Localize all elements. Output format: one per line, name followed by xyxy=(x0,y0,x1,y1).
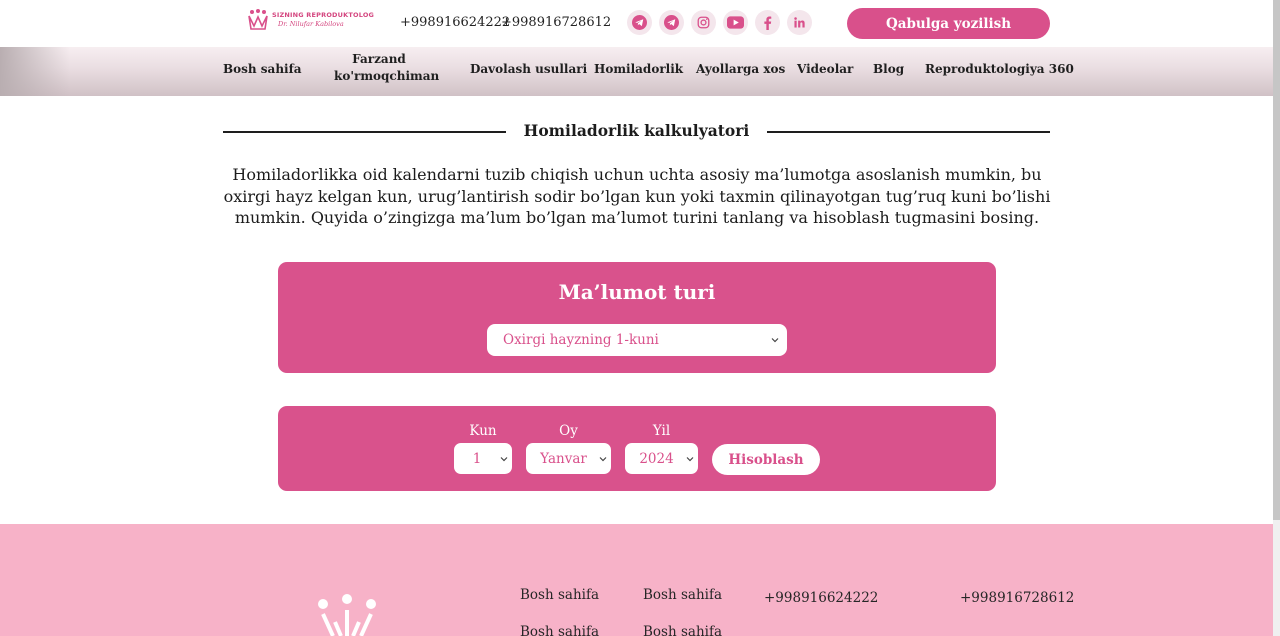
facebook-link[interactable] xyxy=(755,10,780,35)
instagram-icon xyxy=(697,16,710,29)
footer-link-home-1[interactable]: Bosh sahifa xyxy=(520,587,599,603)
telegram-icon xyxy=(632,15,647,30)
date-card: Kun 1 Oy Yanvar Yil 2024 Hisoblash xyxy=(278,406,996,491)
nav-item-pregnancy[interactable]: Homiladorlik xyxy=(594,61,683,78)
instagram-link[interactable] xyxy=(691,10,716,35)
facebook-icon xyxy=(764,16,772,30)
year-select[interactable]: 2024 xyxy=(625,443,698,474)
intro-text: Homiladorlikka oid kalendarni tuzib chiq… xyxy=(223,165,1051,227)
header-phone-2[interactable]: +998916728612 xyxy=(501,15,611,30)
nav-item-want-child[interactable]: Farzand ko'rmoqchiman xyxy=(334,51,440,85)
nav-item-women[interactable]: Ayollarga xos xyxy=(696,61,785,78)
scrollbar-thumb[interactable] xyxy=(1273,0,1280,520)
nav-item-want-child-line2: ko'rmoqchiman xyxy=(334,69,440,83)
chevron-down-icon xyxy=(771,338,779,343)
chevron-down-icon xyxy=(686,457,694,462)
social-links xyxy=(627,10,812,35)
site-logo[interactable]: SIZNING REPRODUKTOLOG Dr. Nilufar Kabilo… xyxy=(246,8,374,32)
day-label: Kun xyxy=(469,423,497,439)
month-select[interactable]: Yanvar xyxy=(526,443,611,474)
day-select[interactable]: 1 xyxy=(454,443,512,474)
footer-link-home-2[interactable]: Bosh sahifa xyxy=(520,624,599,636)
appointment-button[interactable]: Qabulga yozilish xyxy=(847,8,1050,39)
nav-item-home[interactable]: Bosh sahifa xyxy=(223,61,302,78)
data-type-card: Ma’lumot turi Oxirgi hayzning 1-kuni xyxy=(278,262,996,373)
footer-crown-logo-icon xyxy=(318,594,376,636)
year-value: 2024 xyxy=(639,451,674,467)
nav-item-reproductology-360[interactable]: Reproduktologiya 360 xyxy=(925,61,1074,78)
data-type-select[interactable]: Oxirgi hayzning 1-kuni xyxy=(487,324,787,356)
youtube-link[interactable] xyxy=(723,10,748,35)
telegram-link-2[interactable] xyxy=(659,10,684,35)
month-value: Yanvar xyxy=(540,451,587,467)
footer-phone-1[interactable]: +998916624222 xyxy=(764,590,878,606)
logo-signature: Dr. Nilufar Kabilova xyxy=(278,20,344,28)
footer-link-home-3[interactable]: Bosh sahifa xyxy=(643,587,722,603)
month-label: Oy xyxy=(559,423,578,439)
nav-item-want-child-line1: Farzand xyxy=(352,52,406,66)
nav-item-blog[interactable]: Blog xyxy=(873,61,904,78)
footer xyxy=(0,524,1273,636)
linkedin-icon xyxy=(794,17,805,28)
nav-item-treatments[interactable]: Davolash usullari xyxy=(470,61,587,78)
top-bar: SIZNING REPRODUKTOLOG Dr. Nilufar Kabilo… xyxy=(0,0,1273,47)
footer-phone-2[interactable]: +998916728612 xyxy=(960,590,1074,606)
telegram-icon xyxy=(664,15,679,30)
page-title: Homiladorlik kalkulyatori xyxy=(523,121,750,140)
title-rule-left xyxy=(223,131,506,133)
telegram-link[interactable] xyxy=(627,10,652,35)
linkedin-link[interactable] xyxy=(787,10,812,35)
crown-logo-icon xyxy=(248,9,268,30)
page-scrollbar[interactable] xyxy=(1273,0,1280,636)
calculate-button[interactable]: Hisoblash xyxy=(712,444,820,475)
title-rule-right xyxy=(767,131,1050,133)
header-phone-1[interactable]: +998916624222 xyxy=(400,15,510,30)
youtube-icon xyxy=(727,16,744,29)
nav-item-videos[interactable]: Videolar xyxy=(797,61,853,78)
chevron-down-icon xyxy=(500,457,508,462)
chevron-down-icon xyxy=(599,457,607,462)
data-type-title: Ma’lumot turi xyxy=(558,280,716,304)
logo-text: SIZNING REPRODUKTOLOG xyxy=(272,11,375,19)
day-value: 1 xyxy=(472,451,482,467)
main-nav: Bosh sahifa Farzand ko'rmoqchiman Davola… xyxy=(0,47,1273,96)
data-type-selected: Oxirgi hayzning 1-kuni xyxy=(503,332,659,348)
footer-link-home-4[interactable]: Bosh sahifa xyxy=(643,624,722,636)
year-label: Yil xyxy=(652,423,671,439)
